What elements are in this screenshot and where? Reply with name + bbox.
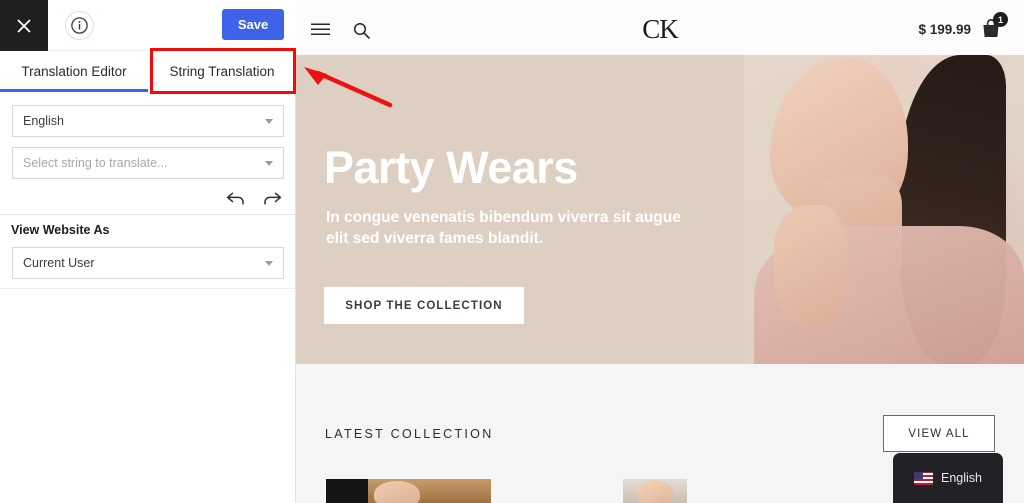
cart-button[interactable]: $ 199.99 1 (918, 12, 1008, 40)
screenshot-root: Save Translation Editor String Translati… (0, 0, 1024, 503)
hero-title: Party Wears (324, 142, 578, 193)
info-icon (71, 17, 88, 34)
view-all-button[interactable]: VIEW ALL (883, 415, 995, 452)
save-button[interactable]: Save (222, 9, 284, 40)
sidebar-divider (0, 214, 296, 215)
string-select[interactable]: Select string to translate... (12, 147, 284, 179)
view-website-as-select[interactable]: Current User (12, 247, 284, 279)
sidebar-topbar: Save (0, 0, 296, 51)
cart-icon-wrapper: 1 (980, 12, 1008, 40)
latest-collection-title: LATEST COLLECTION (325, 427, 494, 441)
language-select-wrapper: English (0, 105, 296, 137)
site-header: CK $ 199.99 1 (296, 0, 1024, 55)
sidebar-divider-2 (0, 288, 296, 289)
string-select-placeholder: Select string to translate... (23, 156, 168, 170)
translation-sidebar: Save Translation Editor String Translati… (0, 0, 296, 503)
website-preview: CK $ 199.99 1 Party Wears In congue vene… (296, 0, 1024, 503)
tab-translation-editor[interactable]: Translation Editor (0, 51, 148, 92)
product-thumbnail[interactable] (623, 479, 687, 503)
sidebar-tabbar: Translation Editor String Translation (0, 48, 296, 94)
chevron-down-icon (265, 261, 273, 266)
hero-photo-hand (774, 205, 848, 327)
user-select-wrapper: Current User (0, 247, 296, 279)
language-select[interactable]: English (12, 105, 284, 137)
view-website-as-value: Current User (23, 256, 95, 270)
view-website-as-label: View Website As (11, 223, 110, 237)
tab-string-translation[interactable]: String Translation (150, 51, 294, 92)
language-select-value: English (23, 114, 64, 128)
hero-banner: Party Wears In congue venenatis bibendum… (296, 55, 1024, 364)
string-select-wrapper: Select string to translate... (0, 147, 296, 179)
undo-arrow-icon[interactable] (226, 191, 245, 206)
cart-price: $ 199.99 (918, 21, 971, 37)
chevron-down-icon (265, 161, 273, 166)
language-switcher-label: English (941, 471, 982, 485)
chevron-down-icon (265, 119, 273, 124)
cart-count-badge: 1 (993, 12, 1008, 27)
product-thumbnail[interactable] (326, 479, 491, 503)
site-logo[interactable]: CK (296, 14, 1024, 45)
close-button[interactable] (0, 0, 48, 51)
language-switcher[interactable]: English (893, 453, 1003, 503)
close-icon (17, 18, 31, 33)
history-controls (0, 184, 296, 212)
hero-model-photo (744, 55, 1024, 364)
redo-arrow-icon[interactable] (263, 191, 282, 206)
info-button[interactable] (65, 11, 94, 40)
hero-subtitle: In congue venenatis bibendum viverra sit… (326, 209, 681, 248)
shop-the-collection-button[interactable]: SHOP THE COLLECTION (324, 287, 524, 324)
us-flag-icon (914, 471, 933, 485)
